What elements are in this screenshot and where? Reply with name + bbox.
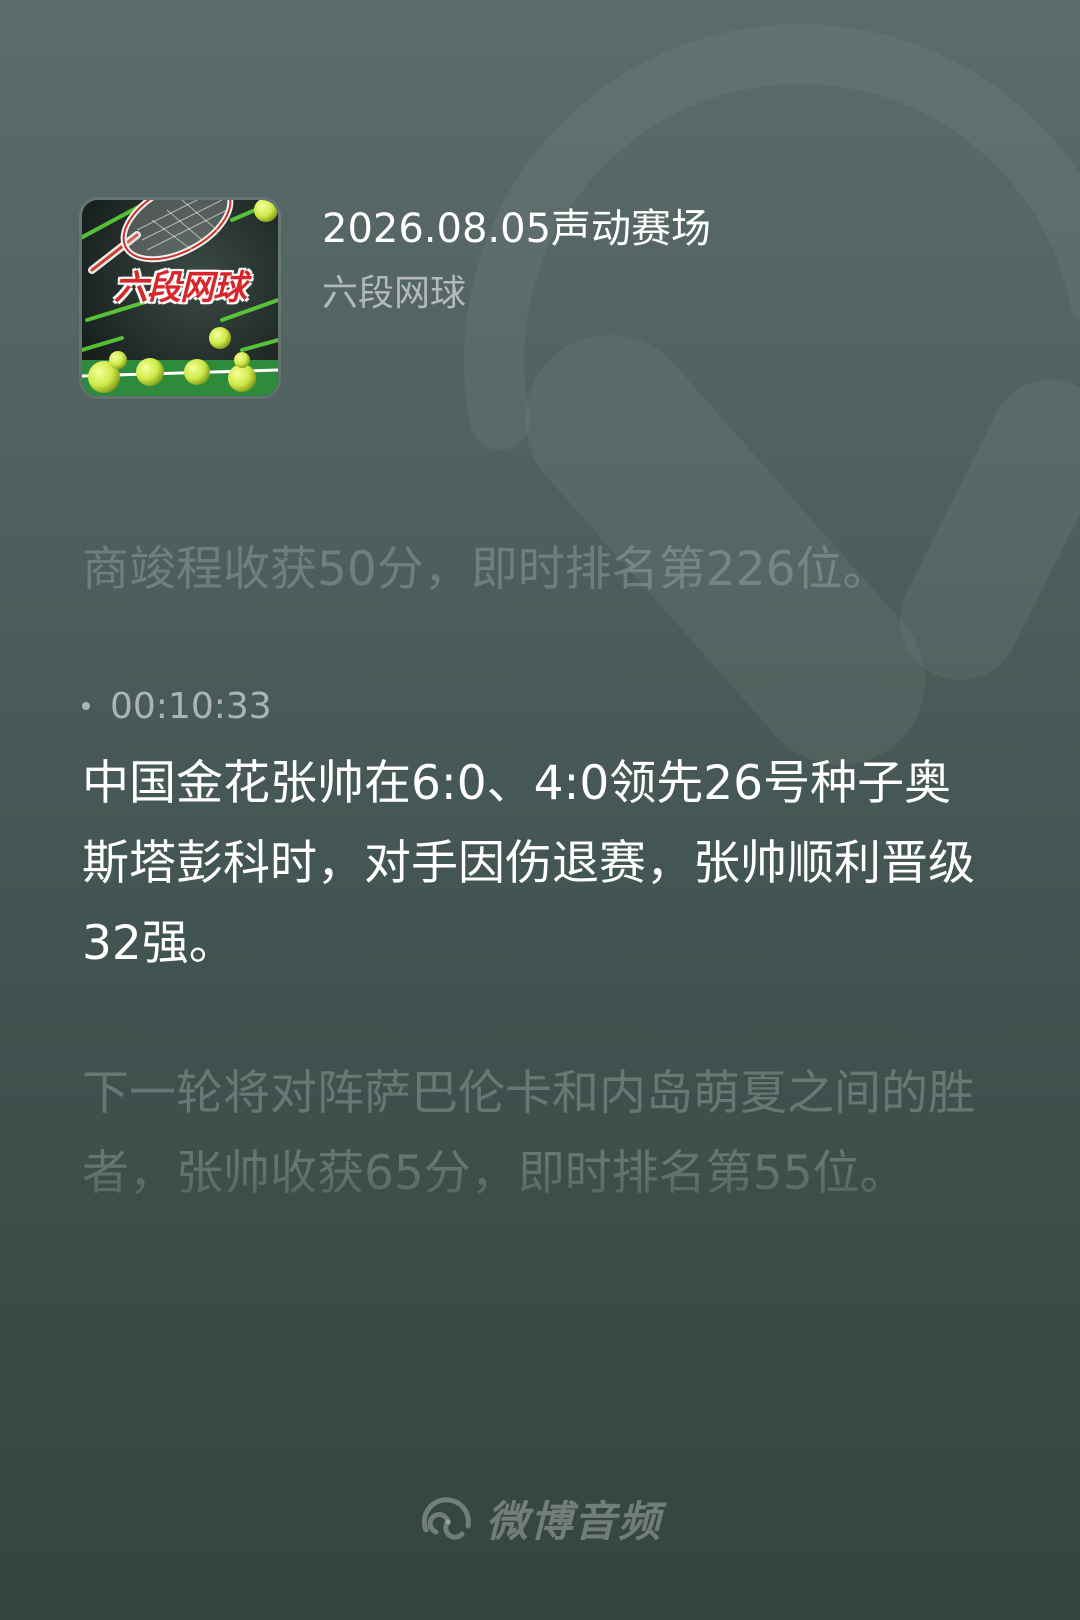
transcript: 商竣程收获50分，即时排名第226位。 00:10:33 中国金花张帅在6:0、… bbox=[82, 530, 998, 1254]
episode-header: 六段网球 2026.08.05声动赛场 六段网球 bbox=[82, 200, 998, 400]
weibo-audio-logo-icon bbox=[421, 1497, 471, 1540]
podcast-cover[interactable]: 六段网球 bbox=[82, 200, 278, 396]
brand-footer: 微博音频 bbox=[0, 1488, 1080, 1548]
transcript-paragraph-next[interactable]: 下一轮将对阵萨巴伦卡和内岛萌夏之间的胜者，张帅收获65分，即时排名第55位。 bbox=[82, 1054, 998, 1254]
transcript-paragraph-previous[interactable]: 商竣程收获50分，即时排名第226位。 bbox=[82, 530, 998, 610]
transcript-timestamp-row[interactable]: 00:10:33 bbox=[82, 680, 998, 732]
timestamp-dot-icon bbox=[82, 702, 90, 710]
transcript-timestamp: 00:10:33 bbox=[110, 685, 272, 727]
transcript-paragraph-current[interactable]: 中国金花张帅在6:0、4:0领先26号种子奥斯塔彭科时，对手因伤退赛，张帅顺利晋… bbox=[82, 744, 998, 984]
cover-title: 六段网球 bbox=[114, 268, 247, 308]
episode-title: 2026.08.05声动赛场 bbox=[322, 206, 712, 252]
brand-name: 微博音频 bbox=[485, 1496, 662, 1546]
podcast-name[interactable]: 六段网球 bbox=[322, 272, 466, 316]
